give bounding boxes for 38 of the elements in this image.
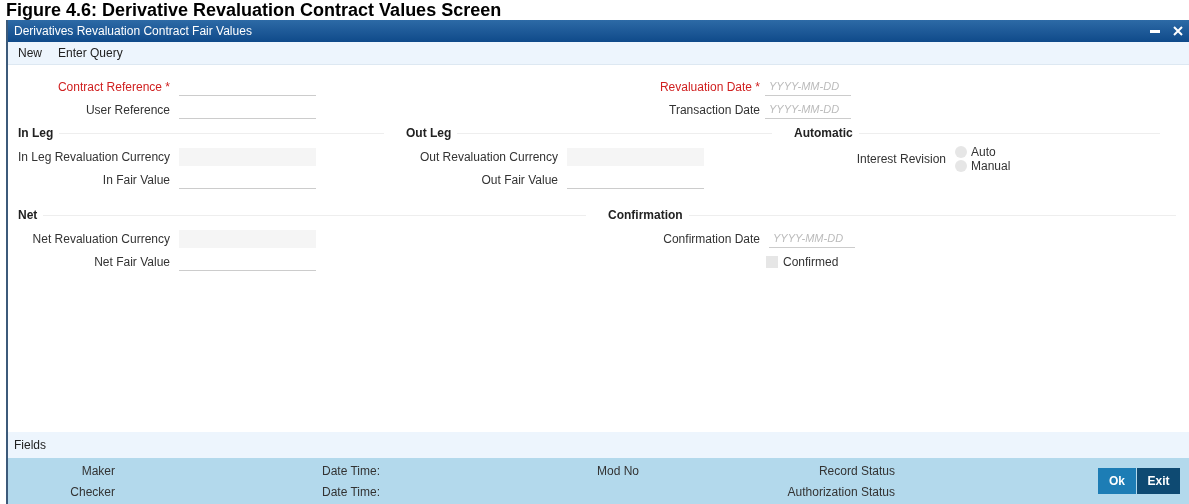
field-label: Out Revaluation Currency xyxy=(418,149,558,164)
audit-label: Maker xyxy=(80,463,115,478)
toolbar-item[interactable]: New xyxy=(18,46,42,60)
checkbox-label: Confirmed xyxy=(783,254,839,269)
radio-button[interactable] xyxy=(955,146,967,158)
audit-label: Checker xyxy=(69,484,115,499)
field-label: Contract Reference * xyxy=(56,79,170,94)
audit-label: Record Status xyxy=(817,463,895,478)
field-label: Interest Revision xyxy=(855,152,946,166)
close-icon[interactable] xyxy=(1173,26,1183,36)
exit-button[interactable]: Exit xyxy=(1137,468,1180,494)
section-title: Net xyxy=(18,208,38,222)
fields-link[interactable]: Fields xyxy=(14,438,46,452)
field-label: Out Fair Value xyxy=(480,172,558,187)
section-title: Confirmation xyxy=(608,208,683,222)
checkbox[interactable] xyxy=(766,255,778,268)
section-title: Automatic xyxy=(794,126,853,140)
audit-label: Authorization Status xyxy=(786,484,895,499)
radio-label: Auto xyxy=(971,145,996,159)
audit-label: Date Time: xyxy=(322,484,382,499)
radio-button[interactable] xyxy=(955,160,967,172)
field-label: Transaction Date xyxy=(668,102,760,117)
ok-button[interactable]: Ok xyxy=(1098,468,1136,494)
field-label: Confirmation Date xyxy=(662,231,760,246)
figure-caption: Figure 4.6: Derivative Revaluation Contract Values Screen xyxy=(5,0,502,20)
window-title: Derivatives Revaluation Contract Fair Values xyxy=(14,24,252,38)
field-label: In Leg Revaluation Currency xyxy=(18,149,170,164)
toolbar-item[interactable]: Enter Query xyxy=(58,46,123,60)
radio-label: Manual xyxy=(971,159,1011,173)
audit-label: Date Time: xyxy=(322,463,382,478)
field-label: User Reference xyxy=(84,102,170,117)
section-title: Out Leg xyxy=(406,126,452,140)
audit-label: Mod No xyxy=(597,463,641,478)
field-label: Net Revaluation Currency xyxy=(31,231,170,246)
field-label: In Fair Value xyxy=(101,172,170,187)
section-title: In Leg xyxy=(18,126,54,140)
field-label: Revaluation Date * xyxy=(658,79,760,94)
field-label: Net Fair Value xyxy=(93,254,170,269)
